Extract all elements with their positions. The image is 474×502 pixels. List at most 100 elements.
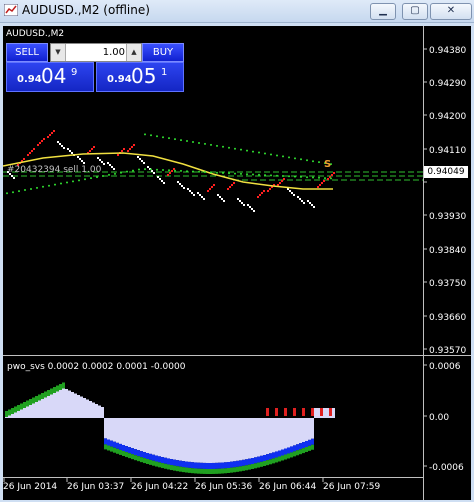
histogram-bar [245, 459, 248, 466]
histogram-bar [107, 418, 110, 440]
ask-quote[interactable]: 0.94 05 1 [96, 62, 184, 92]
histogram-bar [311, 444, 314, 450]
order-line-label[interactable]: #20432394 sell 1.00 [7, 165, 101, 175]
candle-mark [177, 181, 179, 183]
histogram-bar [221, 462, 224, 469]
buy-button[interactable]: BUY [142, 43, 184, 62]
candle-mark [47, 136, 49, 138]
restore-button[interactable]: ▢ [402, 3, 428, 20]
histogram-bar [149, 418, 152, 454]
histogram-bar [302, 442, 305, 449]
histogram-bar [140, 451, 143, 458]
histogram-bar [206, 418, 209, 463]
histogram-bar [122, 418, 125, 446]
histogram-bar [8, 409, 11, 416]
envelope-dot [12, 191, 14, 194]
histogram-bar [32, 403, 35, 418]
histogram-bar [167, 458, 170, 465]
histogram-bar [329, 408, 332, 416]
candle-mark [27, 154, 29, 156]
close-icon: ✕ [446, 5, 456, 16]
title-bar[interactable]: AUDUSD.,M2 (offline) ▁ ▢ ✕ [0, 0, 474, 23]
histogram-bar [293, 408, 296, 416]
envelope-dot [42, 185, 44, 188]
envelope-dot [126, 170, 128, 173]
histogram-bar [230, 467, 233, 473]
histogram-bar [248, 418, 251, 459]
histogram-bar [233, 418, 236, 462]
price-tick-label: 0.94200 [429, 112, 467, 122]
lot-decrease-icon[interactable]: ▼ [51, 44, 66, 61]
histogram-bar [113, 441, 116, 448]
candle-mark [241, 202, 243, 204]
histogram-bar [149, 459, 152, 465]
price-chart[interactable]: AUDUSD.,M2 SELL ▼ 1.00 ▲ BUY 0.94 04 9 0… [3, 26, 471, 500]
histogram-bar [239, 460, 242, 467]
candle-mark [207, 190, 209, 192]
price-axis-divider [423, 26, 424, 500]
histogram-bar [269, 453, 272, 460]
histogram-bar [236, 460, 239, 467]
close-button[interactable]: ✕ [430, 3, 472, 20]
histogram-bar [254, 457, 257, 464]
histogram-bar [290, 418, 293, 447]
candle-mark [327, 178, 329, 180]
envelope-dot [48, 184, 50, 187]
envelope-dot [102, 175, 104, 177]
histogram-bar [308, 418, 311, 440]
sell-button[interactable]: SELL [6, 43, 48, 62]
histogram-bar [113, 418, 116, 442]
price-tick-label: 0.93840 [429, 246, 467, 256]
histogram-bar [308, 445, 311, 451]
envelope-dot [228, 172, 230, 175]
candle-mark [259, 194, 261, 196]
envelope-dot [306, 159, 308, 162]
histogram-bar [104, 438, 107, 445]
candle-mark [301, 200, 303, 202]
window-title: AUDUSD.,M2 (offline) [22, 3, 150, 17]
candle-mark [293, 194, 295, 196]
histogram-bar [158, 456, 161, 463]
lot-size-input[interactable]: 1.00 [67, 44, 125, 61]
histogram-bar [191, 418, 194, 463]
candle-mark [269, 188, 271, 190]
histogram-bar [251, 464, 254, 470]
candle-mark [313, 206, 315, 208]
candle-mark [109, 164, 111, 166]
histogram-bar [110, 446, 113, 452]
histogram-bar [224, 418, 227, 463]
lot-increase-icon[interactable]: ▲ [126, 44, 141, 61]
envelope-dot [186, 170, 188, 173]
histogram-bar [29, 405, 32, 418]
histogram-bar [206, 468, 209, 474]
histogram-bar [239, 466, 242, 472]
histogram-bar [62, 388, 65, 418]
envelope-dot [216, 171, 218, 174]
lot-size-stepper[interactable]: ▼ 1.00 ▲ [50, 43, 142, 62]
histogram-bar [116, 442, 119, 449]
bid-quote[interactable]: 0.94 04 9 [6, 62, 94, 92]
candle-mark [197, 192, 199, 194]
candle-mark [233, 182, 235, 184]
candle-mark [227, 188, 229, 190]
histogram-bar [257, 462, 260, 468]
ask-big-digits: 05 [131, 64, 157, 88]
envelope-dot [90, 177, 92, 180]
histogram-bar [206, 462, 209, 469]
candle-mark [303, 202, 305, 204]
envelope-dot [132, 169, 134, 172]
candle-mark [267, 190, 269, 192]
subwindow-divider[interactable] [3, 355, 471, 356]
envelope-dot [168, 137, 170, 140]
histogram-bar [161, 457, 164, 464]
minimize-button[interactable]: ▁ [370, 3, 396, 20]
histogram-bar [176, 466, 179, 472]
histogram-bar [197, 462, 200, 469]
histogram-bar [242, 465, 245, 471]
histogram-bar [26, 406, 29, 418]
envelope-dot [156, 135, 158, 138]
histogram-bar [203, 462, 206, 469]
histogram-bar [305, 446, 308, 452]
candle-mark [249, 206, 251, 208]
histogram-bar [113, 447, 116, 453]
